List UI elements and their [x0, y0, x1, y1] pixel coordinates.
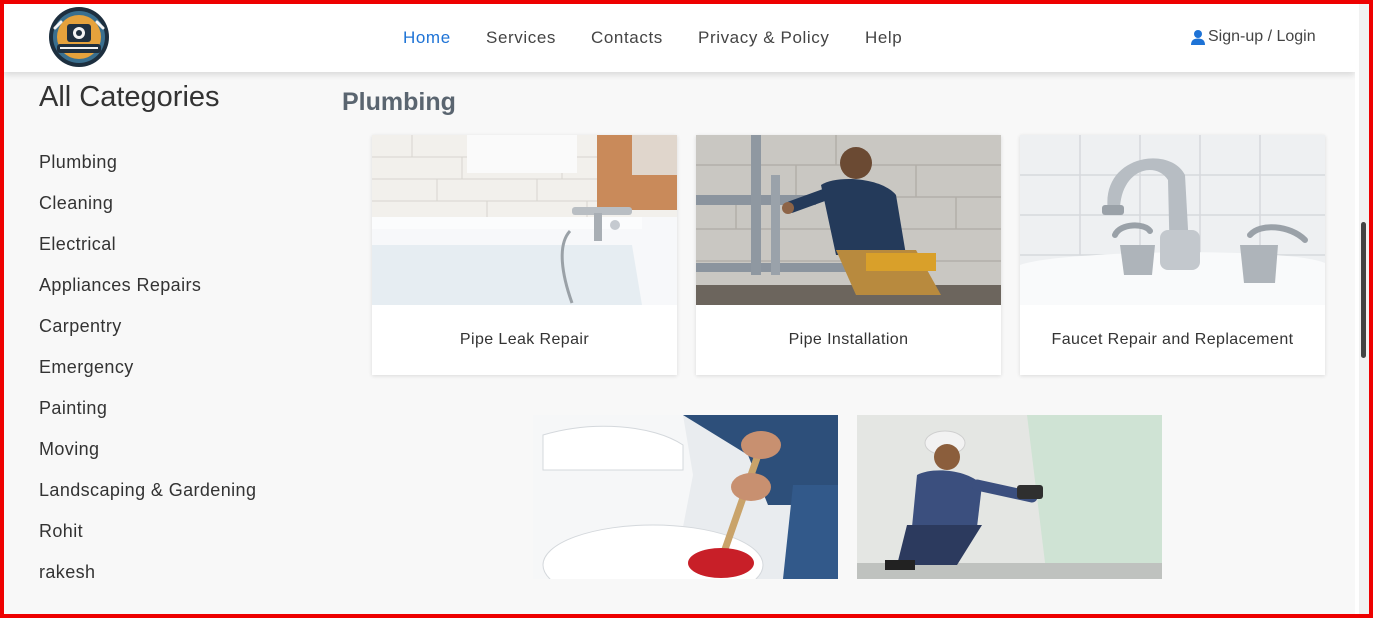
bathtub-faucet-image — [372, 135, 677, 305]
section-title: Plumbing — [342, 88, 456, 116]
categories-heading: All Categories — [39, 81, 220, 113]
worker-drilling-wall-image — [857, 415, 1162, 579]
plumber-installing-pipes-image — [696, 135, 1001, 305]
service-label: Pipe Installation — [788, 331, 909, 348]
nav-services[interactable]: Services — [486, 28, 556, 48]
category-landscaping-gardening[interactable]: Landscaping & Gardening — [39, 480, 256, 501]
nav-help[interactable]: Help — [865, 28, 902, 48]
category-plumbing[interactable]: Plumbing — [39, 152, 117, 173]
service-card-wall-drilling[interactable] — [857, 415, 1162, 579]
category-painting[interactable]: Painting — [39, 398, 107, 419]
service-label: Faucet Repair and Replacement — [1051, 331, 1294, 348]
category-carpentry[interactable]: Carpentry — [39, 316, 122, 337]
signup-login-link[interactable]: Sign-up / Login — [1190, 28, 1316, 46]
service-label: Pipe Leak Repair — [459, 331, 590, 348]
login-label: Sign-up / Login — [1208, 28, 1316, 45]
category-appliances-repairs[interactable]: Appliances Repairs — [39, 275, 201, 296]
user-icon — [1191, 30, 1205, 45]
category-rakesh[interactable]: rakesh — [39, 562, 95, 583]
service-card-pipe-installation[interactable]: Pipe Installation — [696, 135, 1001, 375]
service-card-faucet-repair-replacement[interactable]: Faucet Repair and Replacement — [1020, 135, 1325, 375]
scrollbar-thumb[interactable] — [1361, 222, 1366, 358]
toilet-plunger-image — [533, 415, 838, 579]
chrome-faucet-image — [1020, 135, 1325, 305]
nav-privacy-policy[interactable]: Privacy & Policy — [698, 28, 829, 48]
page: Home Services Contacts Privacy & Policy … — [4, 4, 1355, 614]
navbar: Home Services Contacts Privacy & Policy … — [4, 4, 1355, 72]
nav-home[interactable]: Home — [403, 28, 451, 48]
category-electrical[interactable]: Electrical — [39, 234, 116, 255]
category-emergency[interactable]: Emergency — [39, 357, 134, 378]
category-moving[interactable]: Moving — [39, 439, 99, 460]
service-card-toilet-plunger[interactable] — [533, 415, 838, 579]
service-card-pipe-leak-repair[interactable]: Pipe Leak Repair — [372, 135, 677, 375]
brand-logo[interactable] — [43, 6, 115, 68]
category-cleaning[interactable]: Cleaning — [39, 193, 113, 214]
category-rohit[interactable]: Rohit — [39, 521, 83, 542]
nav-contacts[interactable]: Contacts — [591, 28, 663, 48]
